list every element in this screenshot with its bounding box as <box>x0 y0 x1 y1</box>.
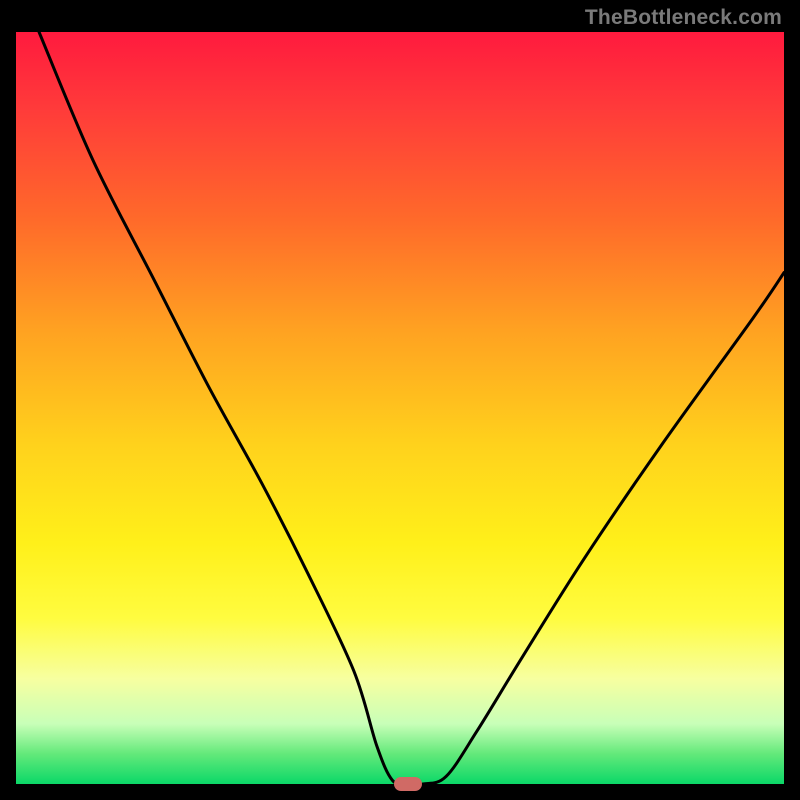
optimal-marker <box>394 777 422 791</box>
chart-frame: TheBottleneck.com <box>0 0 800 800</box>
bottleneck-curve <box>16 32 784 784</box>
plot-area <box>16 32 784 784</box>
attribution-text: TheBottleneck.com <box>585 6 782 30</box>
